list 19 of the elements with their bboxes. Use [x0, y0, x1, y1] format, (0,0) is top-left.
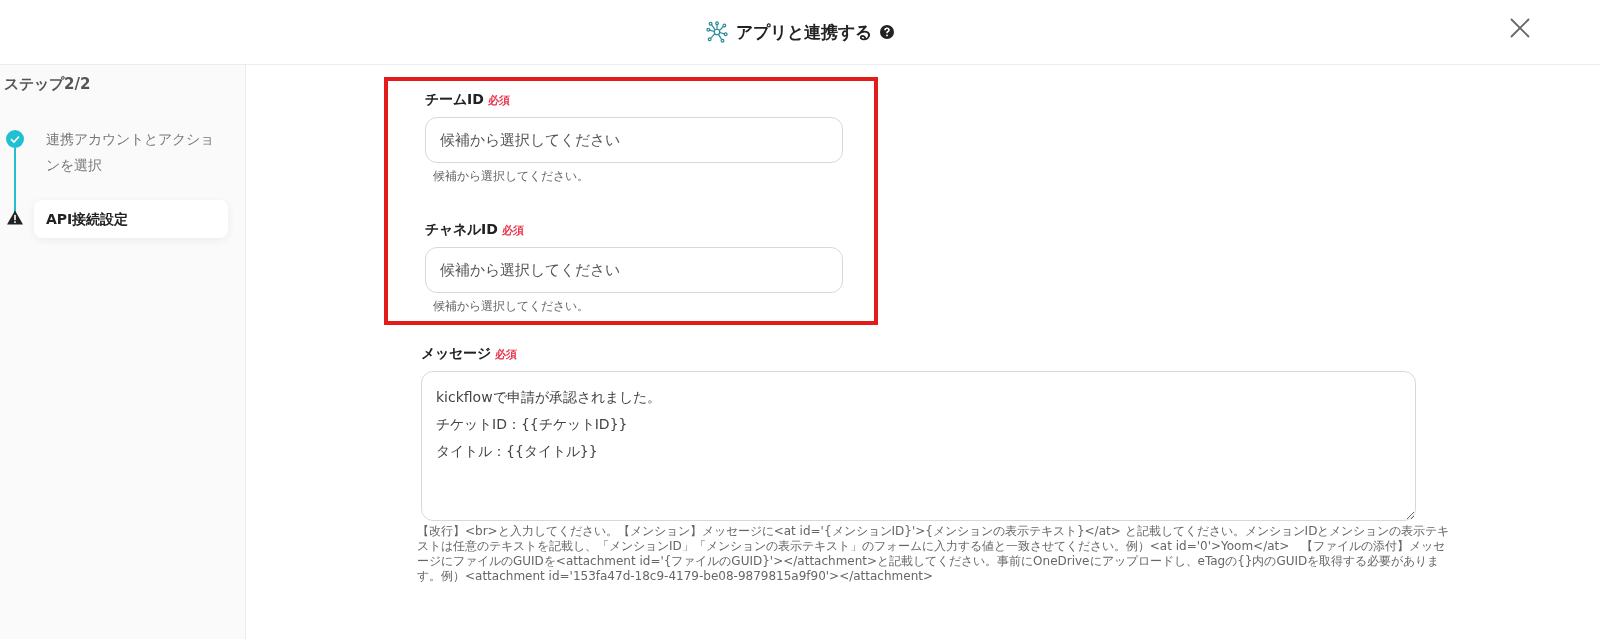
required-label: 必須	[487, 93, 510, 108]
step-item[interactable]: 連携アカウントとアクションを選択	[34, 120, 228, 188]
field-hint: 候補から選択してください。	[433, 298, 590, 315]
field-label: チャネルID	[425, 221, 498, 239]
close-icon[interactable]	[1510, 18, 1530, 38]
step-heading: ステップ2/2	[4, 75, 92, 94]
field-hint: 候補から選択してください。	[433, 168, 590, 185]
step-item[interactable]: API接続設定	[34, 200, 228, 238]
required-label: 必須	[501, 223, 524, 238]
field-hint: 【改行】<br>と入力してください。【メンション】メッセージに<at id='{メンションID}'>{メンションの表示テキスト}</at> と記載してください。メンションIDとメンションの表示テキストは任意のテキストを記載し、「メンションID」「メンションの表示テキスト」のフォームに入力する値と一致させてください。例）<at id='0'>Yoom</at> 【ファイルの添付】メッセージにファイルのGUIDを<attachment id='{ファイルのGUID}'></attachment>と記載してください。事前にOneDriveにアップロードし、eTagの{}内のGUIDを取得する必要があります。例）<attachment id='153fa47d-18c9-4179-be08-9879815a9f90'></attachment>	[417, 524, 1451, 584]
field-label: チームID	[425, 91, 484, 109]
help-icon[interactable]	[880, 25, 894, 39]
network-icon	[706, 21, 728, 43]
dialog-title: アプリと連携する	[736, 20, 872, 44]
required-label: 必須	[495, 347, 517, 362]
field-label: メッセージ	[421, 345, 491, 363]
message-field[interactable]: kickflowで申請が承認されました。 チケットID：{{チケットID}} タイトル：{{タイトル}}	[421, 371, 1416, 521]
select-field[interactable]: 候補から選択してください	[425, 117, 843, 163]
select-field[interactable]: 候補から選択してください	[425, 247, 843, 293]
